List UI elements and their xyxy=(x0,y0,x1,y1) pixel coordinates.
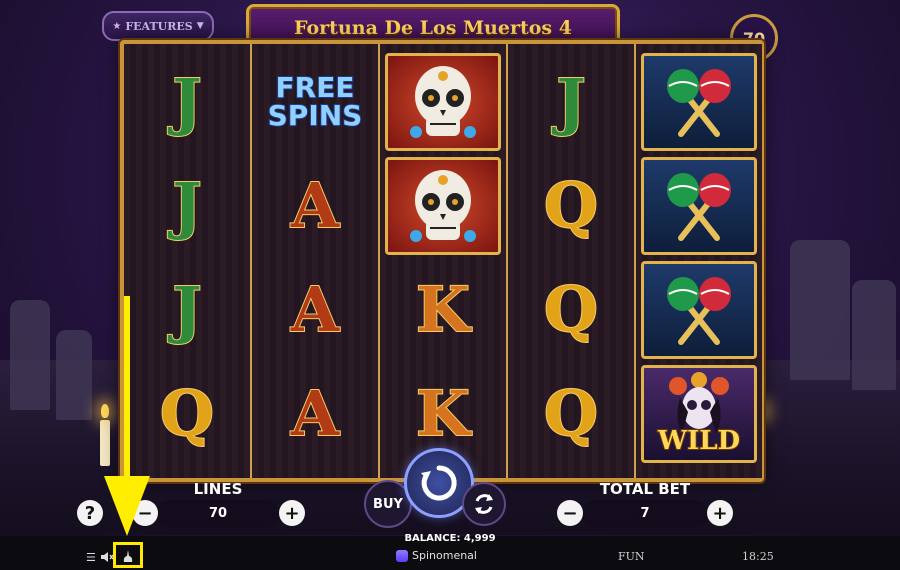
reel-5: WILD xyxy=(636,44,762,478)
symbol-q: Q xyxy=(508,362,634,466)
symbol-a: A xyxy=(252,362,378,466)
symbol-j: J xyxy=(508,50,634,154)
symbol-a: A xyxy=(252,258,378,362)
help-button[interactable]: ? xyxy=(77,500,103,526)
help-label: ? xyxy=(84,502,96,524)
maracas-graphic xyxy=(667,173,731,241)
symbol-letter: Q xyxy=(543,273,599,346)
star-icon: ★ xyxy=(112,20,122,32)
free-spins-line1: FREE xyxy=(275,71,356,104)
brand-logo: Spinomenal xyxy=(396,549,477,562)
symbol-letter: Q xyxy=(543,377,599,450)
buy-label: BUY xyxy=(373,496,403,512)
brand-name: Spinomenal xyxy=(412,549,477,562)
speaker-graphic xyxy=(101,552,114,562)
autoplay-icon xyxy=(475,494,493,514)
symbol-j: J xyxy=(124,154,250,258)
symbol-k: K xyxy=(380,258,506,362)
symbol-maracas xyxy=(636,154,762,258)
reel-1: J J J Q xyxy=(124,44,250,478)
features-button[interactable]: ★ FEATURES ▼ xyxy=(102,11,214,41)
symbol-q: Q xyxy=(124,362,250,466)
balance-display: BALANCE: 4,999 xyxy=(404,533,496,544)
spin-icon xyxy=(421,465,457,501)
play-mode-label: FUN xyxy=(618,550,645,563)
symbol-j: J xyxy=(124,50,250,154)
reel-3: K K xyxy=(380,44,506,478)
total-bet-decrease-button[interactable]: − xyxy=(557,500,583,526)
wild-label: WILD xyxy=(657,425,741,457)
sugar-skull-icon xyxy=(385,53,501,151)
candle-flame xyxy=(101,404,109,418)
autoplay-button[interactable] xyxy=(462,482,506,526)
free-spins-scatter: FREE SPINS xyxy=(267,71,364,132)
symbol-wild: WILD xyxy=(636,362,762,466)
symbol-letter: J xyxy=(555,65,586,138)
symbol-maracas xyxy=(636,50,762,154)
maracas-graphic xyxy=(667,277,731,345)
symbol-letter: J xyxy=(171,65,202,138)
symbol-letter: A xyxy=(290,377,340,450)
symbol-letter: J xyxy=(171,169,202,242)
features-label: FEATURES xyxy=(125,19,193,33)
reels-frame: J J J Q FREE SPINS A A A K K J Q Q Q WIL… xyxy=(120,40,764,482)
symbol-letter: J xyxy=(171,273,202,346)
total-bet-label: TOTAL BET xyxy=(599,480,691,498)
annotation-arrow-head xyxy=(104,476,150,536)
lines-value: 70 xyxy=(208,506,228,521)
clock: 18:25 xyxy=(742,550,774,563)
symbol-letter: A xyxy=(290,273,340,346)
symbol-letter: A xyxy=(290,169,340,242)
reel-2: FREE SPINS A A A xyxy=(252,44,378,478)
spinomenal-logo-icon xyxy=(396,549,408,562)
skull-graphic xyxy=(410,170,476,242)
symbol-free-spins: FREE SPINS xyxy=(252,50,378,154)
total-bet-value: 7 xyxy=(640,506,650,521)
symbol-maracas xyxy=(636,258,762,362)
maracas-icon xyxy=(641,53,757,151)
symbol-skull xyxy=(380,50,506,154)
total-bet-increase-button[interactable]: + xyxy=(707,500,733,526)
symbol-skull xyxy=(380,154,506,258)
symbol-letter: K xyxy=(415,273,471,346)
sugar-skull-icon xyxy=(385,157,501,255)
game-title: Fortuna De Los Muertos 4 xyxy=(294,17,572,39)
maracas-icon xyxy=(641,157,757,255)
maracas-graphic xyxy=(667,69,731,137)
skull-graphic xyxy=(410,66,476,138)
candle xyxy=(100,420,110,466)
symbol-q: Q xyxy=(508,154,634,258)
caret-down-icon: ▼ xyxy=(196,21,204,31)
minus-icon: − xyxy=(562,502,578,524)
symbol-letter: K xyxy=(415,377,471,450)
wild-catrina-icon: WILD xyxy=(641,365,757,463)
menu-icon[interactable]: ☰ xyxy=(86,551,96,564)
lines-label: LINES xyxy=(193,480,243,498)
plus-icon: + xyxy=(712,502,728,524)
symbol-j: J xyxy=(124,258,250,362)
plus-icon: + xyxy=(284,502,300,524)
symbol-q: Q xyxy=(508,258,634,362)
tombstone xyxy=(10,300,50,410)
tombstone xyxy=(56,330,92,420)
tombstone xyxy=(790,240,850,380)
lines-increase-button[interactable]: + xyxy=(279,500,305,526)
symbol-a: A xyxy=(252,154,378,258)
reel-4: J Q Q Q xyxy=(508,44,634,478)
annotation-highlight-box xyxy=(113,542,143,568)
symbol-letter: Q xyxy=(159,377,215,450)
sound-muted-icon[interactable] xyxy=(100,551,114,566)
free-spins-line2: SPINS xyxy=(267,99,364,132)
tombstone xyxy=(852,280,896,390)
symbol-letter: Q xyxy=(543,169,599,242)
annotation-arrow-shaft xyxy=(124,296,130,482)
maracas-icon xyxy=(641,261,757,359)
